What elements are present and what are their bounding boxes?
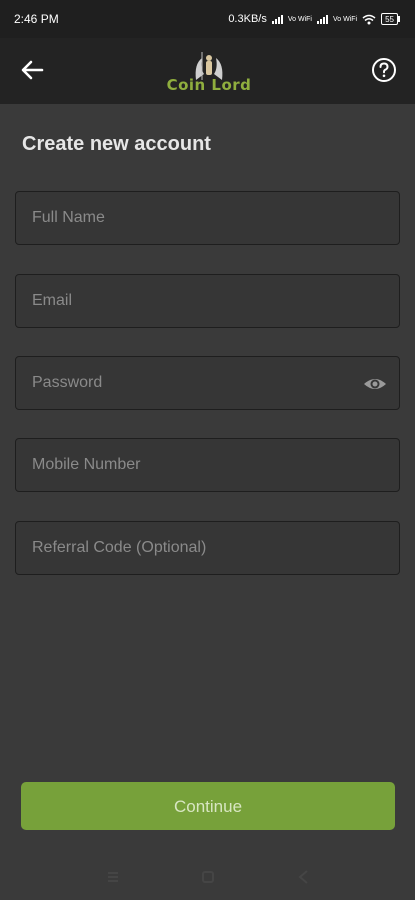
email-placeholder: Email — [32, 292, 73, 309]
signal-icon — [271, 14, 283, 24]
volte-wifi-label-1: Vo WiFi — [287, 15, 312, 23]
network-speed: 0.3KB/s — [228, 13, 267, 25]
system-nav-bar — [0, 855, 415, 900]
referral-code-field[interactable]: Referral Code (Optional) — [15, 521, 400, 575]
arrow-left-icon[interactable] — [18, 56, 46, 84]
battery-icon: 55 — [381, 13, 400, 25]
mobile-number-field[interactable]: Mobile Number — [15, 438, 400, 492]
eye-icon[interactable] — [363, 372, 387, 396]
status-time: 2:46 PM — [14, 12, 59, 26]
nav-back-icon[interactable] — [294, 867, 314, 887]
status-bar: 2:46 PM 0.3KB/s Vo WiFi Vo WiFi 55 — [0, 0, 415, 38]
continue-button[interactable]: Continue — [21, 782, 395, 830]
status-indicators: 0.3KB/s Vo WiFi Vo WiFi 55 — [228, 13, 401, 25]
logo-text: Coin Lord — [166, 76, 252, 94]
volte-wifi-label-2: Vo WiFi — [332, 15, 358, 23]
signal-icon — [316, 14, 328, 24]
password-field[interactable]: Password — [15, 356, 400, 410]
app-bar: Coin Lord — [0, 38, 415, 104]
full-name-placeholder: Full Name — [32, 209, 105, 226]
nav-home-icon[interactable] — [198, 867, 218, 887]
app-logo: Coin Lord — [150, 48, 268, 98]
email-field[interactable]: Email — [15, 274, 400, 328]
help-circle-icon[interactable] — [371, 57, 397, 83]
referral-code-placeholder: Referral Code (Optional) — [32, 539, 207, 556]
full-name-field[interactable]: Full Name — [15, 191, 400, 245]
wifi-icon — [362, 14, 376, 24]
nav-recents-icon[interactable] — [103, 867, 123, 887]
password-placeholder: Password — [32, 374, 103, 391]
mobile-number-placeholder: Mobile Number — [32, 456, 141, 473]
page-title: Create new account — [22, 133, 211, 155]
